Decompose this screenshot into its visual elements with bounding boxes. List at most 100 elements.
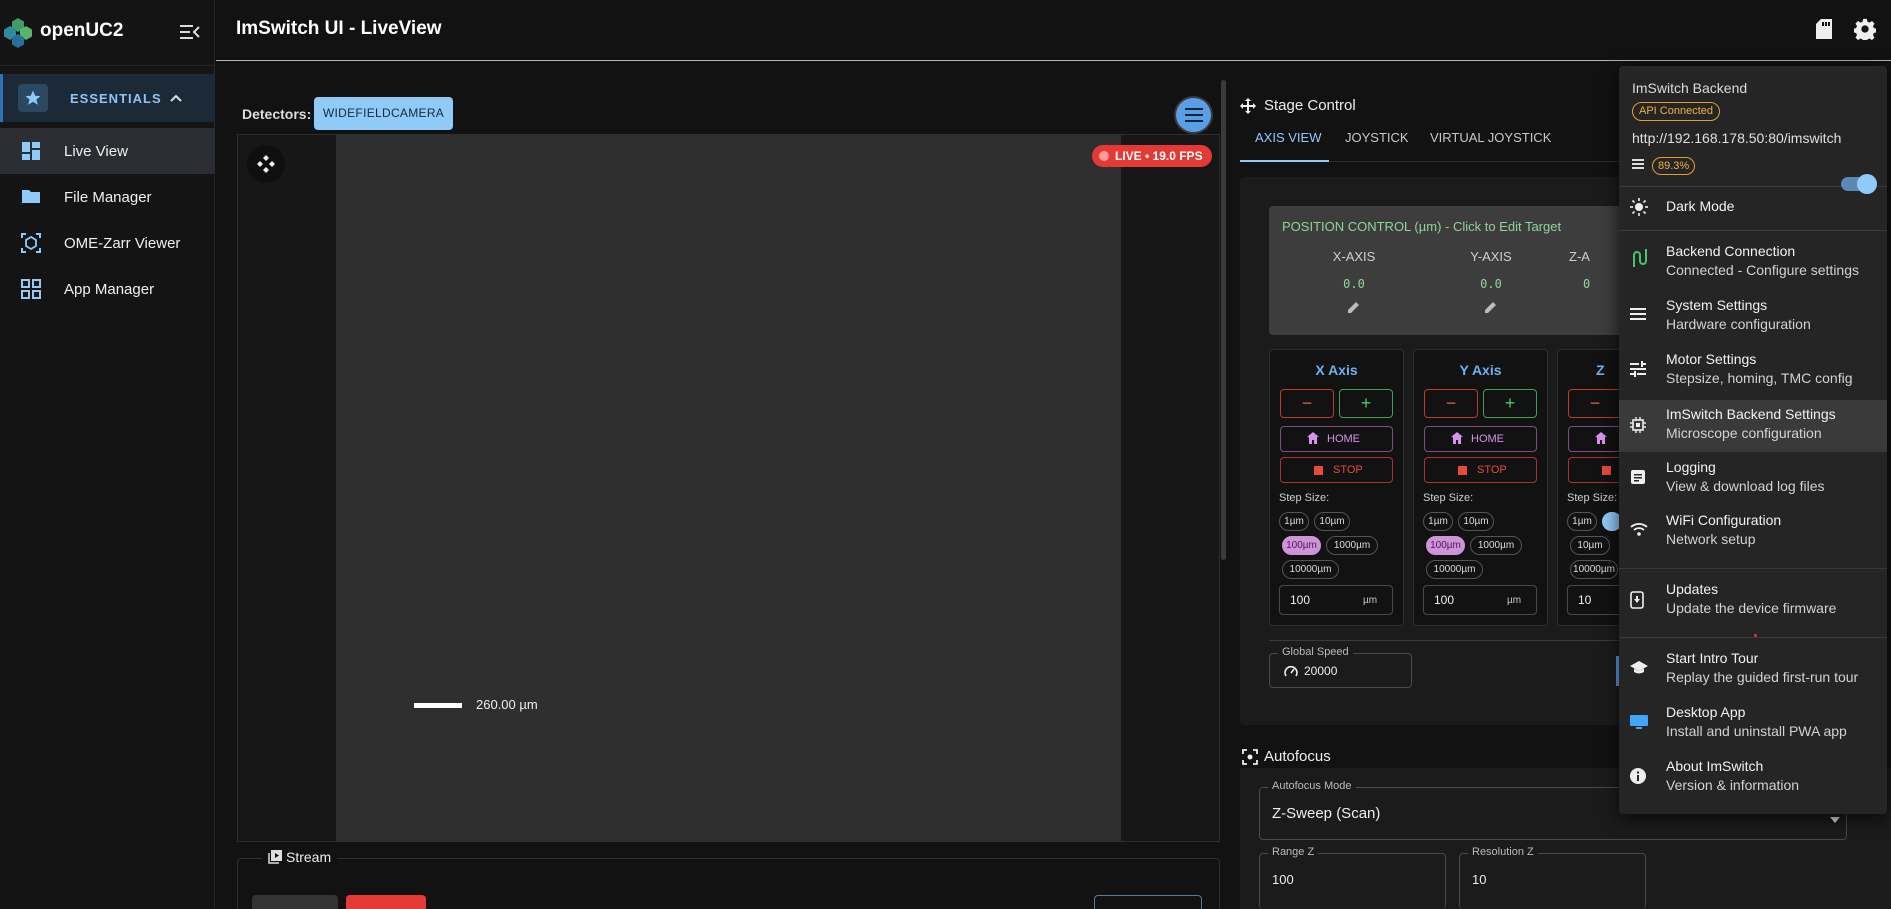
home-label: HOME bbox=[1471, 433, 1504, 445]
chevron-up-icon[interactable] bbox=[169, 90, 183, 108]
sidebar-item-live-view[interactable]: Live View bbox=[0, 128, 215, 174]
step-value: 100 bbox=[1434, 593, 1455, 607]
step-chip-10um[interactable]: 10µm bbox=[1314, 512, 1350, 531]
stream-option-button[interactable] bbox=[252, 895, 338, 909]
axis-value: 0.0 bbox=[1480, 277, 1502, 291]
step-chip-10000um[interactable]: 10000µm bbox=[1282, 560, 1339, 579]
stream-stop-button[interactable] bbox=[346, 895, 426, 909]
api-status-badge: API Connected bbox=[1632, 102, 1720, 121]
left-scrollbar[interactable] bbox=[1221, 80, 1226, 560]
menu-item-motor-settings[interactable]: Motor Settings Stepsize, homing, TMC con… bbox=[1619, 346, 1887, 396]
step-chip-1um[interactable]: 1µm bbox=[1567, 512, 1597, 531]
sidebar-item-app-manager[interactable]: App Manager bbox=[0, 266, 215, 312]
y-axis-position[interactable]: Y-AXIS 0.0 bbox=[1431, 249, 1551, 319]
menu-item-logging[interactable]: Logging View & download log files bbox=[1619, 454, 1887, 504]
menu-divider bbox=[1619, 230, 1887, 231]
x-plus-button[interactable]: + bbox=[1339, 389, 1393, 418]
global-speed-value: 20000 bbox=[1304, 664, 1338, 678]
menu-item-wifi-configuration[interactable]: WiFi Configuration Network setup bbox=[1619, 507, 1887, 557]
sidebar-item-label: File Manager bbox=[64, 189, 152, 206]
y-plus-button[interactable]: + bbox=[1483, 389, 1537, 418]
z-stop-button[interactable] bbox=[1568, 457, 1620, 483]
axis-cards-row: X Axis − + HOME STOP Step Size: 1µm 10µm… bbox=[1240, 340, 1620, 640]
step-chip-1um[interactable]: 1µm bbox=[1279, 512, 1309, 531]
camera-menu-button[interactable] bbox=[1174, 96, 1213, 134]
sidebar-item-ome-zarr-viewer[interactable]: OME-Zarr Viewer bbox=[0, 220, 215, 266]
position-control-box[interactable]: POSITION CONTROL (µm) - Click to Edit Ta… bbox=[1269, 206, 1659, 335]
menu-item-about-imswitch[interactable]: About ImSwitch Version & information bbox=[1619, 753, 1887, 803]
camera-frame[interactable] bbox=[336, 135, 1121, 841]
step-chip-10um[interactable]: 10µm bbox=[1458, 512, 1494, 531]
stream-settings-button[interactable] bbox=[1094, 895, 1202, 909]
collapse-sidebar-icon[interactable] bbox=[180, 24, 200, 45]
autofocus-title: Autofocus bbox=[1264, 748, 1331, 765]
home-icon bbox=[1595, 432, 1607, 444]
apps-grid-icon bbox=[21, 279, 41, 304]
stop-square-icon bbox=[1458, 466, 1467, 475]
x-axis-position[interactable]: X-AXIS 0.0 bbox=[1294, 249, 1414, 319]
x-stop-button[interactable]: STOP bbox=[1280, 457, 1393, 483]
dark-mode-toggle[interactable] bbox=[1841, 174, 1877, 194]
x-minus-button[interactable]: − bbox=[1280, 389, 1334, 418]
menu-item-subtitle: Network setup bbox=[1666, 531, 1756, 547]
step-chip-1000um[interactable]: 1000µm bbox=[1326, 536, 1378, 555]
step-chip-selected[interactable] bbox=[1602, 512, 1620, 531]
tab-axis-view[interactable]: AXIS VIEW bbox=[1255, 130, 1321, 145]
stage-tabs: AXIS VIEW JOYSTICK VIRTUAL JOYSTICK bbox=[1240, 124, 1660, 162]
step-chip-10um[interactable]: 10µm bbox=[1570, 536, 1610, 555]
range-z-field[interactable]: Range Z 100 bbox=[1259, 846, 1446, 909]
step-chip-10000um[interactable]: 10000µm bbox=[1426, 560, 1483, 579]
menu-item-subtitle: Stepsize, homing, TMC config bbox=[1666, 370, 1853, 386]
home-label: HOME bbox=[1327, 433, 1360, 445]
camera-viewer[interactable]: LIVE • 19.0 FPS bbox=[237, 134, 1220, 842]
tab-joystick[interactable]: JOYSTICK bbox=[1345, 130, 1409, 145]
z-step-input[interactable]: 10 bbox=[1567, 585, 1620, 615]
gear-icon[interactable] bbox=[1853, 18, 1877, 45]
folder-icon bbox=[21, 187, 41, 210]
menu-item-updates[interactable]: Updates Update the device firmware bbox=[1619, 576, 1887, 626]
menu-item-dark-mode[interactable]: Dark Mode bbox=[1619, 187, 1887, 227]
menu-item-subtitle: Replay the guided first-run tour bbox=[1666, 669, 1859, 685]
menu-item-title: Updates bbox=[1666, 581, 1719, 597]
detector-button-widefieldcamera[interactable]: WIDEFIELDCAMERA bbox=[314, 97, 453, 130]
stream-label: Stream bbox=[286, 849, 332, 865]
menu-item-imswitch-backend-settings[interactable]: ImSwitch Backend Settings Microscope con… bbox=[1619, 400, 1887, 452]
essentials-section[interactable]: ESSENTIALS bbox=[0, 74, 215, 122]
cube-scan-icon bbox=[21, 233, 41, 258]
y-minus-button[interactable]: − bbox=[1424, 389, 1478, 418]
y-stop-button[interactable]: STOP bbox=[1424, 457, 1537, 483]
axis-card-title: Y Axis bbox=[1459, 362, 1502, 378]
x-step-input[interactable]: 100 µm bbox=[1279, 585, 1393, 615]
sidebar-item-file-manager[interactable]: File Manager bbox=[0, 174, 215, 220]
step-chip-100um[interactable]: 100µm bbox=[1426, 536, 1465, 555]
y-home-button[interactable]: HOME bbox=[1424, 426, 1537, 452]
wifi-icon bbox=[1630, 522, 1648, 541]
edit-pencil-icon[interactable] bbox=[1431, 300, 1551, 319]
axis-name: X-AXIS bbox=[1332, 249, 1376, 264]
tab-virtual-joystick[interactable]: VIRTUAL JOYSTICK bbox=[1430, 130, 1551, 145]
step-chip-100um[interactable]: 100µm bbox=[1282, 536, 1321, 555]
z-home-button[interactable] bbox=[1568, 426, 1620, 452]
global-speed-field[interactable]: Global Speed 20000 bbox=[1269, 646, 1412, 688]
x-home-button[interactable]: HOME bbox=[1280, 426, 1393, 452]
step-chip-10000um[interactable]: 10000µm bbox=[1570, 560, 1618, 579]
z-minus-button[interactable]: − bbox=[1568, 389, 1620, 418]
resolution-z-label: Resolution Z bbox=[1468, 846, 1538, 858]
menu-item-desktop-app[interactable]: Desktop App Install and uninstall PWA ap… bbox=[1619, 699, 1887, 749]
menu-item-title: ImSwitch Backend Settings bbox=[1666, 406, 1836, 422]
resolution-z-field[interactable]: Resolution Z 10 bbox=[1459, 846, 1646, 909]
sidebar-item-label: Live View bbox=[64, 143, 128, 160]
step-chip-1000um[interactable]: 1000µm bbox=[1470, 536, 1522, 555]
brightness-icon bbox=[1630, 198, 1648, 221]
edit-pencil-icon[interactable] bbox=[1294, 300, 1414, 319]
stop-label: STOP bbox=[1333, 464, 1363, 476]
y-step-input[interactable]: 100 µm bbox=[1423, 585, 1537, 615]
step-chip-1um[interactable]: 1µm bbox=[1423, 512, 1453, 531]
menu-item-start-intro-tour[interactable]: Start Intro Tour Replay the guided first… bbox=[1619, 645, 1887, 695]
menu-item-backend-connection[interactable]: Backend Connection Connected - Configure… bbox=[1619, 238, 1887, 288]
home-icon bbox=[1451, 432, 1463, 444]
sd-card-icon[interactable] bbox=[1816, 19, 1832, 44]
step-size-label: Step Size: bbox=[1567, 492, 1618, 504]
menu-item-system-settings[interactable]: System Settings Hardware configuration bbox=[1619, 292, 1887, 342]
gamepad-toggle-button[interactable] bbox=[247, 145, 285, 183]
